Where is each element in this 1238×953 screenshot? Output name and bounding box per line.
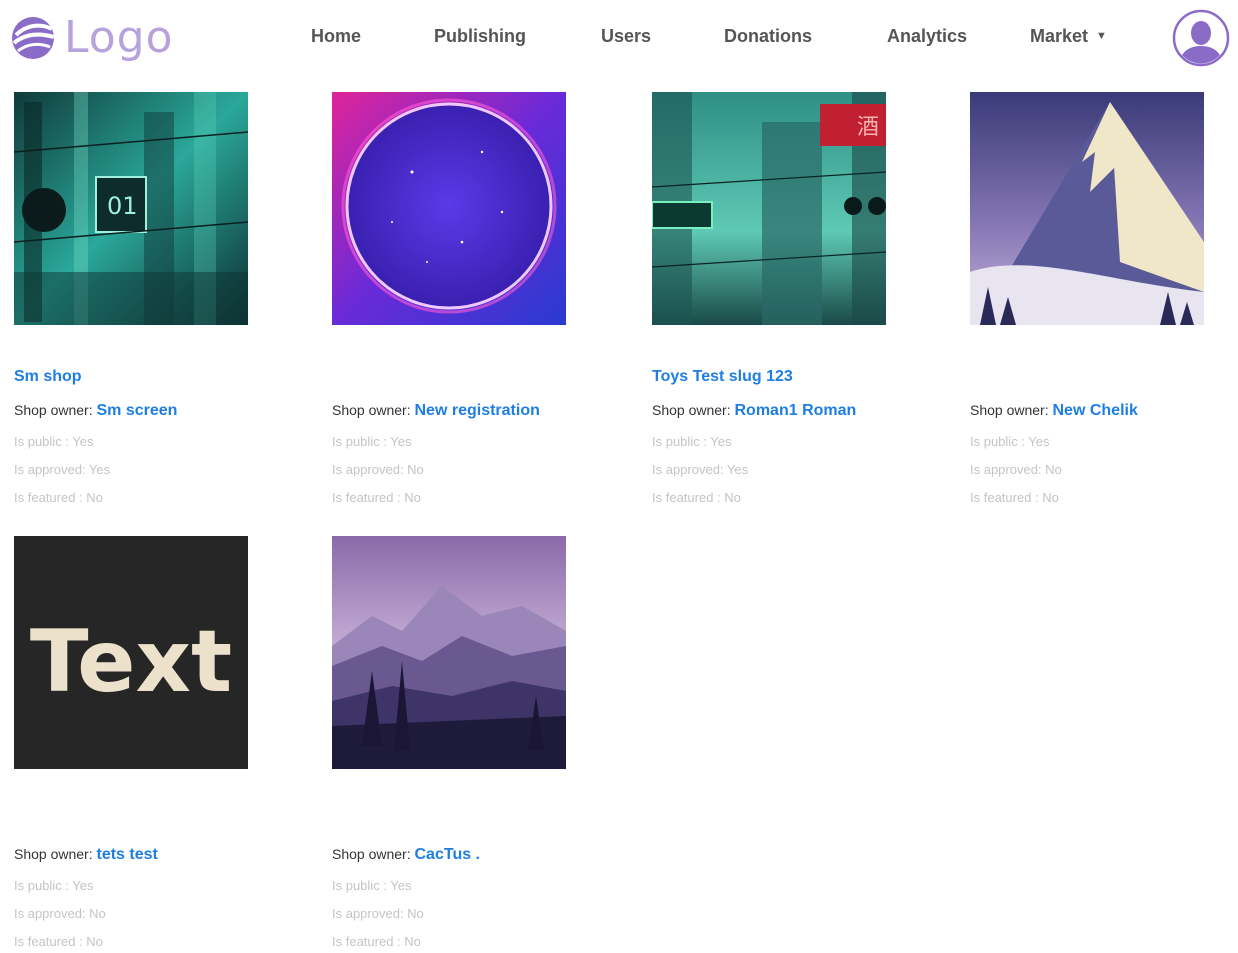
shop-card: Text Shop owner: tets test Is public : Y… <box>14 536 274 949</box>
shop-card: 01 Sm shop Shop owner: Sm screen Is publ… <box>14 92 274 505</box>
is-approved-status: Is approved: Yes <box>652 462 749 477</box>
is-approved-status: Is approved: No <box>332 906 424 921</box>
is-public-status: Is public : Yes <box>14 878 94 893</box>
shop-image[interactable] <box>332 92 566 325</box>
user-avatar-icon[interactable] <box>1172 9 1230 67</box>
is-approved-status: Is approved: No <box>332 462 424 477</box>
logo[interactable]: Logo <box>10 12 174 64</box>
is-approved-status: Is approved: No <box>970 462 1062 477</box>
is-approved-status: Is approved: No <box>14 906 106 921</box>
shop-image[interactable] <box>970 92 1204 325</box>
top-navbar: Logo Home Publishing Users Donations Ana… <box>0 0 1238 78</box>
svg-text:酒: 酒 <box>857 115 879 140</box>
is-public-status: Is public : Yes <box>970 434 1050 449</box>
shop-owner-row: Shop owner: New Chelik <box>970 402 1138 420</box>
shop-owner-link[interactable]: Sm screen <box>97 402 178 419</box>
shop-owner-row: Shop owner: tets test <box>14 846 158 864</box>
is-public-status: Is public : Yes <box>332 434 412 449</box>
shop-card: 酒 Toys Test slug 123 Shop owner: Roman1 … <box>652 92 912 505</box>
shop-owner-link[interactable]: CacTus . <box>415 846 481 863</box>
shop-owner-link[interactable]: tets test <box>97 846 158 863</box>
shop-owner-label: Shop owner: <box>652 402 731 418</box>
image-text: Text <box>30 612 232 712</box>
shop-owner-row: Shop owner: Sm screen <box>14 402 177 420</box>
feather-ball-icon <box>12 17 55 59</box>
shop-owner-label: Shop owner: <box>14 402 93 418</box>
shop-name-link[interactable]: Sm shop <box>14 368 82 386</box>
shop-owner-row: Shop owner: CacTus . <box>332 846 480 864</box>
shop-image[interactable]: Text <box>14 536 248 769</box>
is-featured-status: Is featured : No <box>332 490 421 505</box>
shop-owner-label: Shop owner: <box>332 402 411 418</box>
is-public-status: Is public : Yes <box>14 434 94 449</box>
shop-owner-link[interactable]: New Chelik <box>1053 402 1138 419</box>
shop-image[interactable]: 酒 <box>652 92 886 325</box>
logo-text: Logo <box>64 12 174 63</box>
shop-card: Shop owner: CacTus . Is public : Yes Is … <box>332 536 592 949</box>
nav-market-label: Market <box>1030 26 1089 46</box>
shop-owner-label: Shop owner: <box>332 846 411 862</box>
svg-text:01: 01 <box>107 192 138 220</box>
shop-name-link[interactable]: Toys Test slug 123 <box>652 368 793 386</box>
nav-analytics[interactable]: Analytics <box>887 26 967 47</box>
nav-market-dropdown[interactable]: Market ▼ <box>1030 26 1107 47</box>
shop-owner-label: Shop owner: <box>14 846 93 862</box>
is-featured-status: Is featured : No <box>332 934 421 949</box>
shop-owner-link[interactable]: Roman1 Roman <box>735 402 857 419</box>
shop-card: Shop owner: New Chelik Is public : Yes I… <box>970 92 1230 505</box>
is-public-status: Is public : Yes <box>332 878 412 893</box>
shop-owner-row: Shop owner: Roman1 Roman <box>652 402 856 420</box>
is-featured-status: Is featured : No <box>14 934 103 949</box>
shop-owner-link[interactable]: New registration <box>415 402 540 419</box>
shop-owner-row: Shop owner: New registration <box>332 402 540 420</box>
is-public-status: Is public : Yes <box>652 434 732 449</box>
shop-owner-label: Shop owner: <box>970 402 1049 418</box>
nav-publishing[interactable]: Publishing <box>434 26 526 47</box>
shop-image[interactable]: 01 <box>14 92 248 325</box>
is-featured-status: Is featured : No <box>970 490 1059 505</box>
shop-card: Shop owner: New registration Is public :… <box>332 92 592 505</box>
nav-home[interactable]: Home <box>311 26 361 47</box>
nav-users[interactable]: Users <box>601 26 651 47</box>
is-approved-status: Is approved: Yes <box>14 462 111 477</box>
shop-image[interactable] <box>332 536 566 769</box>
is-featured-status: Is featured : No <box>652 490 741 505</box>
caret-down-icon: ▼ <box>1096 30 1107 42</box>
is-featured-status: Is featured : No <box>14 490 103 505</box>
nav-donations[interactable]: Donations <box>724 26 812 47</box>
